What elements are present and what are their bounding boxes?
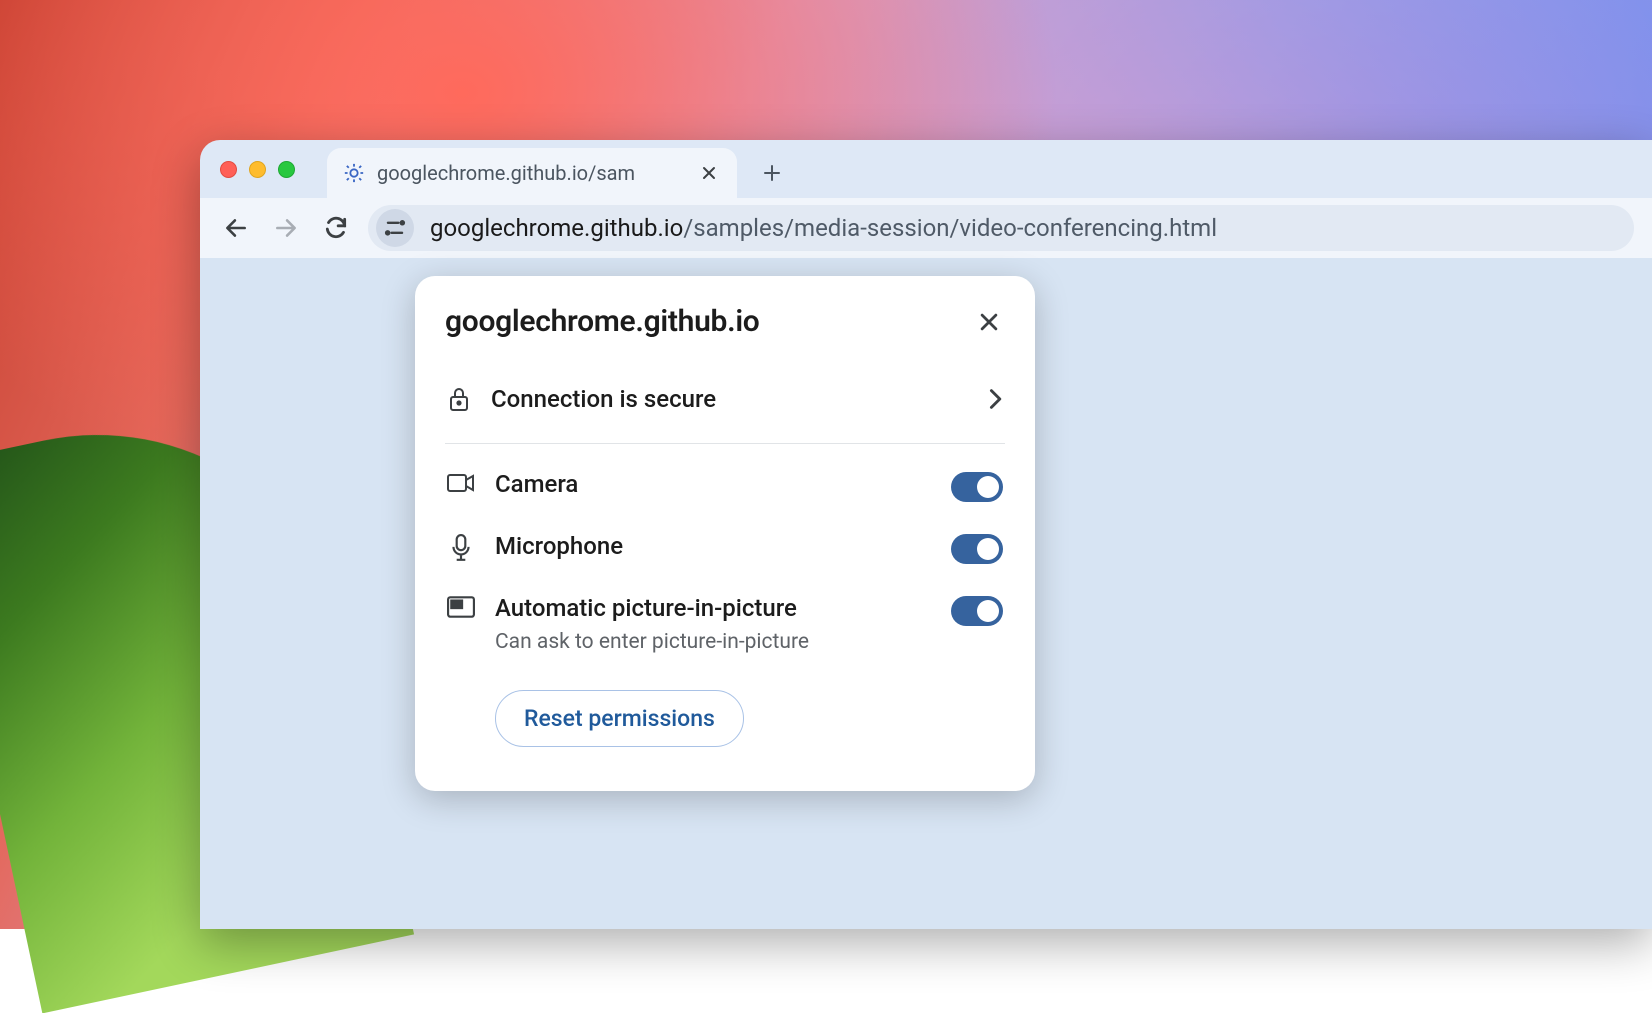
reset-permissions-button[interactable]: Reset permissions: [495, 690, 744, 747]
url-host: googlechrome.github.io: [430, 214, 683, 242]
lock-icon: [447, 385, 471, 413]
window-traffic-lights: [214, 140, 295, 198]
window-minimize-button[interactable]: [249, 161, 266, 178]
browser-tab[interactable]: googlechrome.github.io/sam: [327, 148, 737, 198]
chevron-right-icon: [987, 387, 1003, 411]
tab-title: googlechrome.github.io/sam: [377, 161, 685, 185]
camera-toggle[interactable]: [951, 472, 1003, 502]
back-button[interactable]: [218, 210, 254, 246]
microphone-toggle[interactable]: [951, 534, 1003, 564]
url-display: googlechrome.github.io/samples/media-ses…: [430, 214, 1217, 242]
permission-row-pip: Automatic picture-in-picture Can ask to …: [445, 568, 1005, 658]
url-path: /samples/media-session/video-conferencin…: [683, 214, 1217, 242]
site-info-popup: googlechrome.github.io Connection is sec…: [415, 276, 1035, 791]
new-tab-button[interactable]: [753, 154, 791, 192]
microphone-icon: [447, 532, 475, 562]
popup-close-button[interactable]: [973, 306, 1005, 338]
address-bar[interactable]: googlechrome.github.io/samples/media-ses…: [368, 205, 1634, 251]
pip-toggle[interactable]: [951, 596, 1003, 626]
tab-close-button[interactable]: [697, 161, 721, 185]
permission-row-camera: Camera: [445, 444, 1005, 506]
browser-window: googlechrome.github.io/sam googlechrome.…: [200, 140, 1652, 929]
picture-in-picture-icon: [447, 594, 475, 618]
tab-favicon-icon: [343, 162, 365, 184]
permission-row-microphone: Microphone: [445, 506, 1005, 568]
connection-secure-label: Connection is secure: [491, 385, 967, 413]
permission-label: Automatic picture-in-picture: [495, 594, 931, 622]
site-info-button[interactable]: [376, 209, 414, 247]
browser-toolbar: googlechrome.github.io/samples/media-ses…: [200, 198, 1652, 258]
popup-title: googlechrome.github.io: [445, 304, 760, 339]
forward-button[interactable]: [268, 210, 304, 246]
window-close-button[interactable]: [220, 161, 237, 178]
page-viewport: googlechrome.github.io Connection is sec…: [200, 258, 1652, 929]
window-zoom-button[interactable]: [278, 161, 295, 178]
connection-secure-row[interactable]: Connection is secure: [445, 369, 1005, 444]
permission-label: Microphone: [495, 532, 931, 560]
reload-button[interactable]: [318, 210, 354, 246]
tab-strip: googlechrome.github.io/sam: [200, 140, 1652, 198]
permission-label: Camera: [495, 470, 931, 498]
permission-subtitle: Can ask to enter picture-in-picture: [495, 630, 931, 654]
camera-icon: [447, 470, 475, 494]
